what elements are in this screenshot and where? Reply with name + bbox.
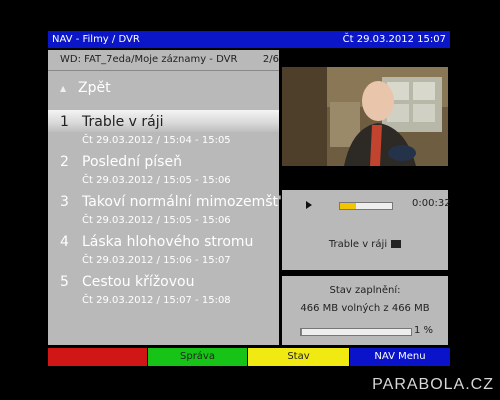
list-item[interactable]: 3 Takoví normální mimozemšt'ané ... Čt 2… [48, 190, 326, 230]
list-item[interactable]: 1 Trable v ráji Čt 29.03.2012 / 15:04 - … [48, 110, 279, 150]
yellow-button-status[interactable]: Stav [248, 348, 349, 366]
item-date: Čt 29.03.2012 / 15:05 - 15:06 [82, 175, 231, 186]
item-number: 5 [60, 274, 69, 290]
info-icon [391, 240, 402, 248]
playback-progress-bar [339, 202, 393, 210]
folder-path: WD: FAT_7eda/Moje záznamy - DVR [60, 54, 238, 65]
item-title: Poslední píseň [82, 154, 182, 170]
item-date: Čt 29.03.2012 / 15:06 - 15:07 [82, 255, 231, 266]
folder-path-bar: WD: FAT_7eda/Moje záznamy - DVR 2/6 [48, 50, 279, 71]
playback-time: 0:00:32 [412, 198, 451, 209]
date-time: Čt 29.03.2012 15:07 [342, 34, 446, 45]
storage-bar [300, 328, 412, 336]
storage-label: Stav zaplnění: [329, 285, 401, 296]
progress-fill [340, 203, 356, 209]
list-item[interactable]: 4 Láska hlohového stromu Čt 29.03.2012 /… [48, 230, 279, 270]
item-title: Cestou křížovou [82, 274, 195, 290]
storage-panel: Stav zaplnění: 466 MB volných z 466 MB 1… [282, 276, 448, 345]
up-arrow-icon: ▲ [60, 83, 67, 93]
screen-title: NAV - Filmy / DVR [52, 34, 140, 45]
list-item[interactable]: 2 Poslední píseň Čt 29.03.2012 / 15:05 -… [48, 150, 279, 190]
item-date: Čt 29.03.2012 / 15:04 - 15:05 [82, 135, 231, 146]
red-button[interactable] [48, 348, 147, 366]
blue-button-nav-menu[interactable]: NAV Menu [350, 348, 450, 366]
play-icon [306, 201, 312, 209]
top-bar: NAV - Filmy / DVR Čt 29.03.2012 15:07 [48, 31, 450, 48]
storage-percent: 1 % [414, 325, 434, 336]
item-title: Trable v ráji [82, 114, 164, 130]
item-date: Čt 29.03.2012 / 15:07 - 15:08 [82, 295, 231, 306]
playback-panel: 0:00:32 Trable v ráji [282, 190, 451, 270]
item-number: 1 [60, 114, 69, 130]
storage-fill [301, 329, 303, 335]
item-number: 3 [60, 194, 69, 210]
back-label: Zpět [78, 80, 111, 96]
watermark: PARABOLA.CZ [372, 376, 494, 393]
item-number: 4 [60, 234, 69, 250]
list-item[interactable]: 5 Cestou křížovou Čt 29.03.2012 / 15:07 … [48, 270, 279, 310]
item-number: 2 [60, 154, 69, 170]
video-frame-image [282, 67, 448, 166]
item-title: Láska hlohového stromu [82, 234, 254, 250]
back-item[interactable]: ▲ Zpět [60, 80, 111, 96]
video-preview [282, 67, 448, 166]
page-indicator: 2/6 [262, 54, 279, 65]
storage-value: 466 MB volných z 466 MB [300, 303, 430, 314]
recording-title: Trable v ráji [328, 239, 388, 250]
green-button-manage[interactable]: Správa [148, 348, 247, 366]
recording-title-row: Trable v ráji [282, 239, 448, 250]
item-date: Čt 29.03.2012 / 15:05 - 15:06 [82, 215, 231, 226]
color-button-bar: Správa Stav NAV Menu [48, 348, 450, 366]
recordings-list-panel: WD: FAT_7eda/Moje záznamy - DVR 2/6 ▲ Zpě… [48, 50, 326, 345]
